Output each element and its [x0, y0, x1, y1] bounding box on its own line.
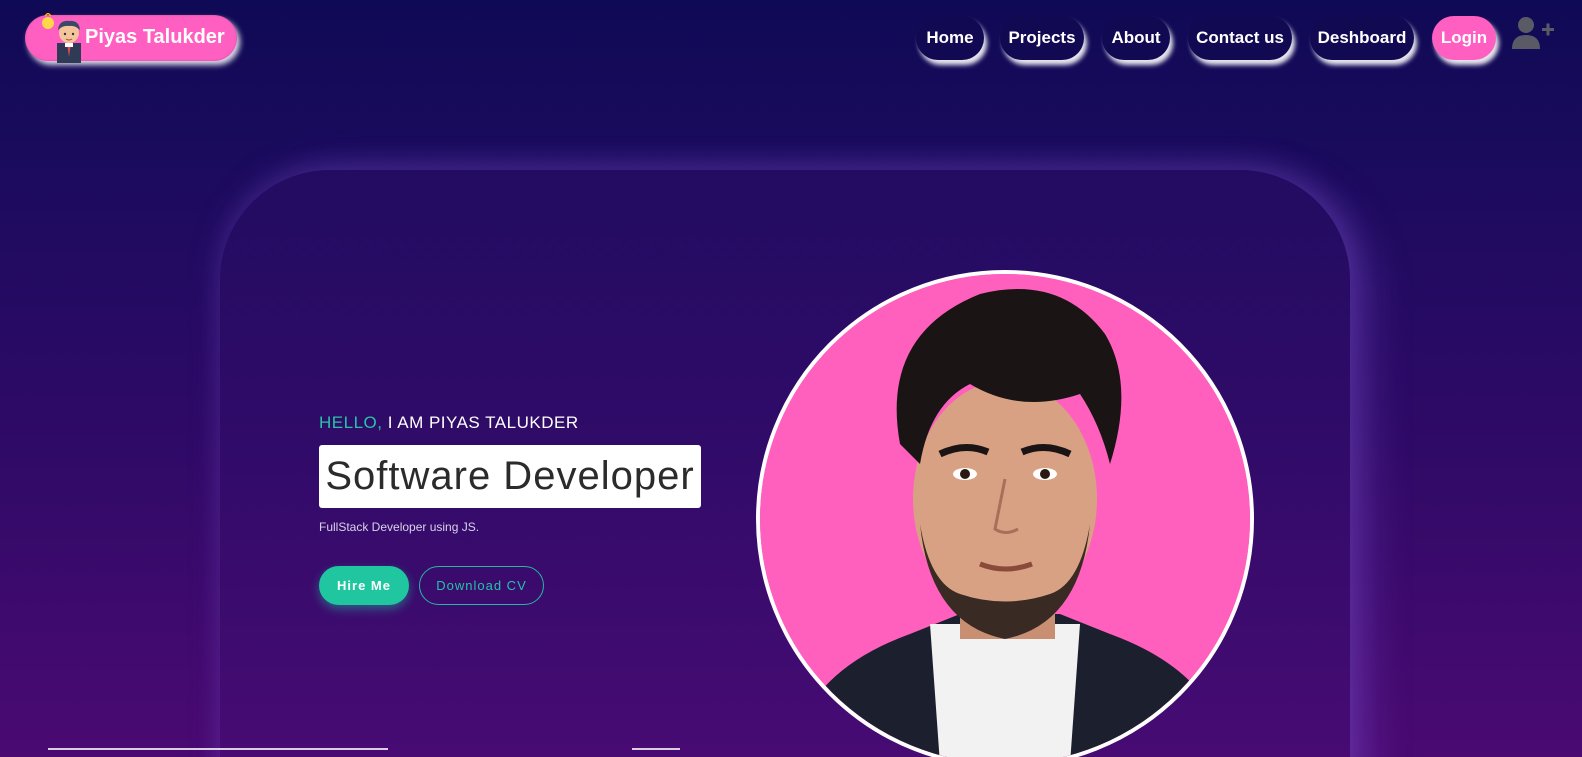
- nav-home[interactable]: Home: [916, 16, 984, 60]
- brand-name: Piyas Talukder: [85, 26, 225, 48]
- download-cv-button[interactable]: Download CV: [419, 566, 544, 605]
- nav-dashboard[interactable]: Deshboard: [1310, 16, 1414, 60]
- nav-about[interactable]: About: [1102, 16, 1170, 60]
- role-title: Software Developer: [325, 454, 695, 498]
- login-button[interactable]: Login: [1432, 16, 1496, 60]
- login-label: Login: [1440, 28, 1488, 47]
- greeting-accent: HELLO,: [319, 413, 383, 432]
- bottom-divider-left: [48, 748, 388, 750]
- user-plus-icon[interactable]: [1512, 16, 1556, 50]
- hero-subtitle: FullStack Developer using JS.: [319, 520, 480, 534]
- greeting-name: I AM PIYAS TALUKDER: [387, 413, 579, 432]
- download-cv-label: Download CV: [436, 578, 527, 593]
- nav-home-label: Home: [926, 28, 974, 47]
- hero-greeting: HELLO, I AM PIYAS TALUKDER: [319, 413, 579, 433]
- nav-projects[interactable]: Projects: [1000, 16, 1084, 60]
- hire-me-button[interactable]: Hire Me: [319, 566, 409, 605]
- nav-about-label: About: [1111, 28, 1161, 47]
- brand-logo-button[interactable]: Piyas Talukder: [25, 13, 237, 63]
- role-box: Software Developer: [319, 445, 701, 508]
- profile-photo-illustration: [760, 274, 1250, 757]
- profile-photo: [756, 270, 1254, 757]
- nav-contact[interactable]: Contact us: [1188, 16, 1292, 60]
- hire-me-label: Hire Me: [337, 578, 391, 593]
- developer-avatar-icon: [42, 13, 81, 63]
- bottom-divider-right: [632, 748, 680, 750]
- nav-dashboard-label: Deshboard: [1317, 28, 1407, 47]
- nav-contact-label: Contact us: [1196, 28, 1284, 47]
- nav-projects-label: Projects: [1008, 28, 1076, 47]
